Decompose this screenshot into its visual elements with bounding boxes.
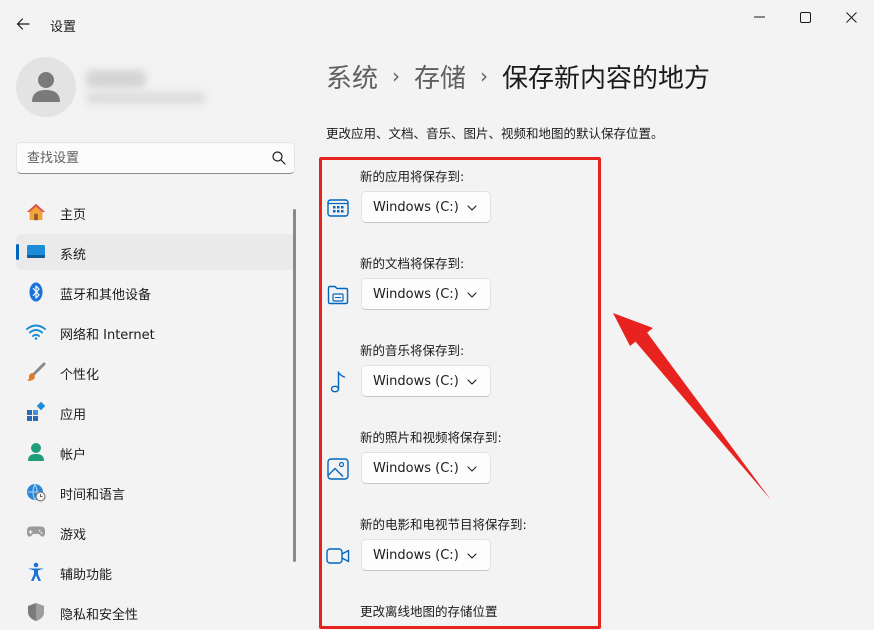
sidebar-item-label: 游戏 bbox=[60, 528, 87, 543]
dropdown-value: Windows (C:) bbox=[373, 200, 459, 215]
wifi-icon bbox=[26, 322, 46, 342]
avatar[interactable] bbox=[16, 57, 76, 117]
maximize-icon bbox=[799, 11, 811, 23]
accessibility-icon bbox=[26, 562, 46, 582]
dropdown-value: Windows (C:) bbox=[373, 374, 459, 389]
sidebar-item-label: 时间和语言 bbox=[60, 488, 126, 503]
sidebar-item-apps[interactable]: 应用 bbox=[16, 394, 295, 430]
photos-save-label: 新的照片和视频将保存到: bbox=[360, 430, 502, 445]
chevron-down-icon bbox=[467, 205, 477, 211]
music-location-dropdown[interactable]: Windows (C:) bbox=[361, 365, 491, 397]
breadcrumb-item-system[interactable]: 系统 bbox=[326, 58, 378, 95]
chevron-down-icon bbox=[467, 553, 477, 559]
brush-icon bbox=[26, 362, 46, 382]
sidebar-item-label: 蓝牙和其他设备 bbox=[60, 288, 152, 303]
back-arrow-icon bbox=[16, 18, 30, 30]
page-description: 更改应用、文档、音乐、图片、视频和地图的默认保存位置。 bbox=[326, 126, 664, 141]
movies-location-dropdown[interactable]: Windows (C:) bbox=[361, 539, 491, 571]
close-button[interactable] bbox=[828, 0, 874, 34]
close-icon bbox=[845, 11, 857, 23]
sidebar-item-time-language[interactable]: 时间和语言 bbox=[16, 474, 295, 510]
chevron-down-icon bbox=[467, 379, 477, 385]
sidebar-item-accounts[interactable]: 帐户 bbox=[16, 434, 295, 470]
title-bar: 设置 bbox=[0, 0, 874, 46]
globe-clock-icon bbox=[26, 482, 46, 502]
apps-save-label: 新的应用将保存到: bbox=[360, 169, 465, 184]
account-email-redacted bbox=[86, 92, 206, 104]
offline-maps-link[interactable]: 更改离线地图的存储位置 bbox=[360, 601, 498, 620]
account-name-redacted bbox=[86, 70, 146, 88]
chevron-down-icon bbox=[467, 466, 477, 472]
sidebar-item-system[interactable]: 系统 bbox=[16, 234, 295, 270]
apps-window-icon bbox=[326, 196, 350, 220]
sidebar-item-label: 个性化 bbox=[60, 368, 100, 383]
gamepad-icon bbox=[26, 522, 46, 542]
sidebar-item-accessibility[interactable]: 辅助功能 bbox=[16, 554, 295, 590]
movies-save-label: 新的电影和电视节目将保存到: bbox=[360, 517, 527, 532]
music-note-icon bbox=[326, 370, 350, 394]
search-input[interactable] bbox=[17, 143, 267, 173]
minimize-button[interactable] bbox=[736, 0, 782, 34]
photo-icon bbox=[326, 457, 350, 481]
sidebar-item-privacy[interactable]: 隐私和安全性 bbox=[16, 594, 295, 630]
user-icon bbox=[32, 72, 60, 102]
breadcrumb-separator: › bbox=[480, 64, 489, 88]
sidebar-item-label: 隐私和安全性 bbox=[60, 608, 139, 623]
dropdown-value: Windows (C:) bbox=[373, 287, 459, 302]
app-title: 设置 bbox=[50, 20, 77, 35]
sidebar-item-label: 系统 bbox=[60, 248, 87, 263]
back-button[interactable] bbox=[8, 10, 38, 38]
breadcrumb: 系统 › 存储 › 保存新内容的地方 bbox=[326, 58, 710, 94]
sidebar-item-label: 应用 bbox=[60, 408, 87, 423]
minimize-icon bbox=[753, 16, 765, 18]
sidebar-nav: 主页 系统 蓝牙和其他设备 网络和 Internet 个性化 应用 帐户 时间和… bbox=[16, 194, 295, 630]
sidebar-item-label: 辅助功能 bbox=[60, 568, 113, 583]
sidebar-item-bluetooth[interactable]: 蓝牙和其他设备 bbox=[16, 274, 295, 310]
shield-icon bbox=[26, 602, 46, 622]
search-icon[interactable] bbox=[271, 150, 287, 166]
page-title: 保存新内容的地方 bbox=[502, 63, 711, 94]
folder-document-icon bbox=[326, 283, 350, 307]
sidebar-item-personalization[interactable]: 个性化 bbox=[16, 354, 295, 390]
chevron-down-icon bbox=[467, 292, 477, 298]
video-camera-icon bbox=[326, 544, 350, 568]
sidebar-item-gaming[interactable]: 游戏 bbox=[16, 514, 295, 550]
documents-location-dropdown[interactable]: Windows (C:) bbox=[361, 278, 491, 310]
system-icon bbox=[26, 242, 46, 262]
apps-icon bbox=[26, 402, 46, 422]
sidebar-item-network[interactable]: 网络和 Internet bbox=[16, 314, 295, 350]
search-box[interactable] bbox=[16, 142, 295, 174]
apps-location-dropdown[interactable]: Windows (C:) bbox=[361, 191, 491, 223]
dropdown-value: Windows (C:) bbox=[373, 548, 459, 563]
account-icon bbox=[26, 442, 46, 462]
bluetooth-icon bbox=[26, 282, 46, 302]
documents-save-label: 新的文档将保存到: bbox=[360, 256, 465, 271]
photos-location-dropdown[interactable]: Windows (C:) bbox=[361, 452, 491, 484]
breadcrumb-separator: › bbox=[392, 64, 401, 88]
dropdown-value: Windows (C:) bbox=[373, 461, 459, 476]
sidebar-scrollbar[interactable] bbox=[293, 209, 296, 562]
music-save-label: 新的音乐将保存到: bbox=[360, 343, 465, 358]
maximize-button[interactable] bbox=[782, 0, 828, 34]
settings-window: 设置 查找设置 主页 系统 蓝牙和其他设备 网络和 Internet 个性化 应… bbox=[0, 0, 874, 630]
sidebar-item-label: 网络和 Internet bbox=[60, 328, 155, 343]
home-icon bbox=[26, 202, 46, 222]
sidebar-item-label: 主页 bbox=[60, 208, 87, 223]
sidebar-item-label: 帐户 bbox=[60, 448, 87, 463]
breadcrumb-item-storage[interactable]: 存储 bbox=[414, 58, 466, 95]
sidebar-item-home[interactable]: 主页 bbox=[16, 194, 295, 230]
